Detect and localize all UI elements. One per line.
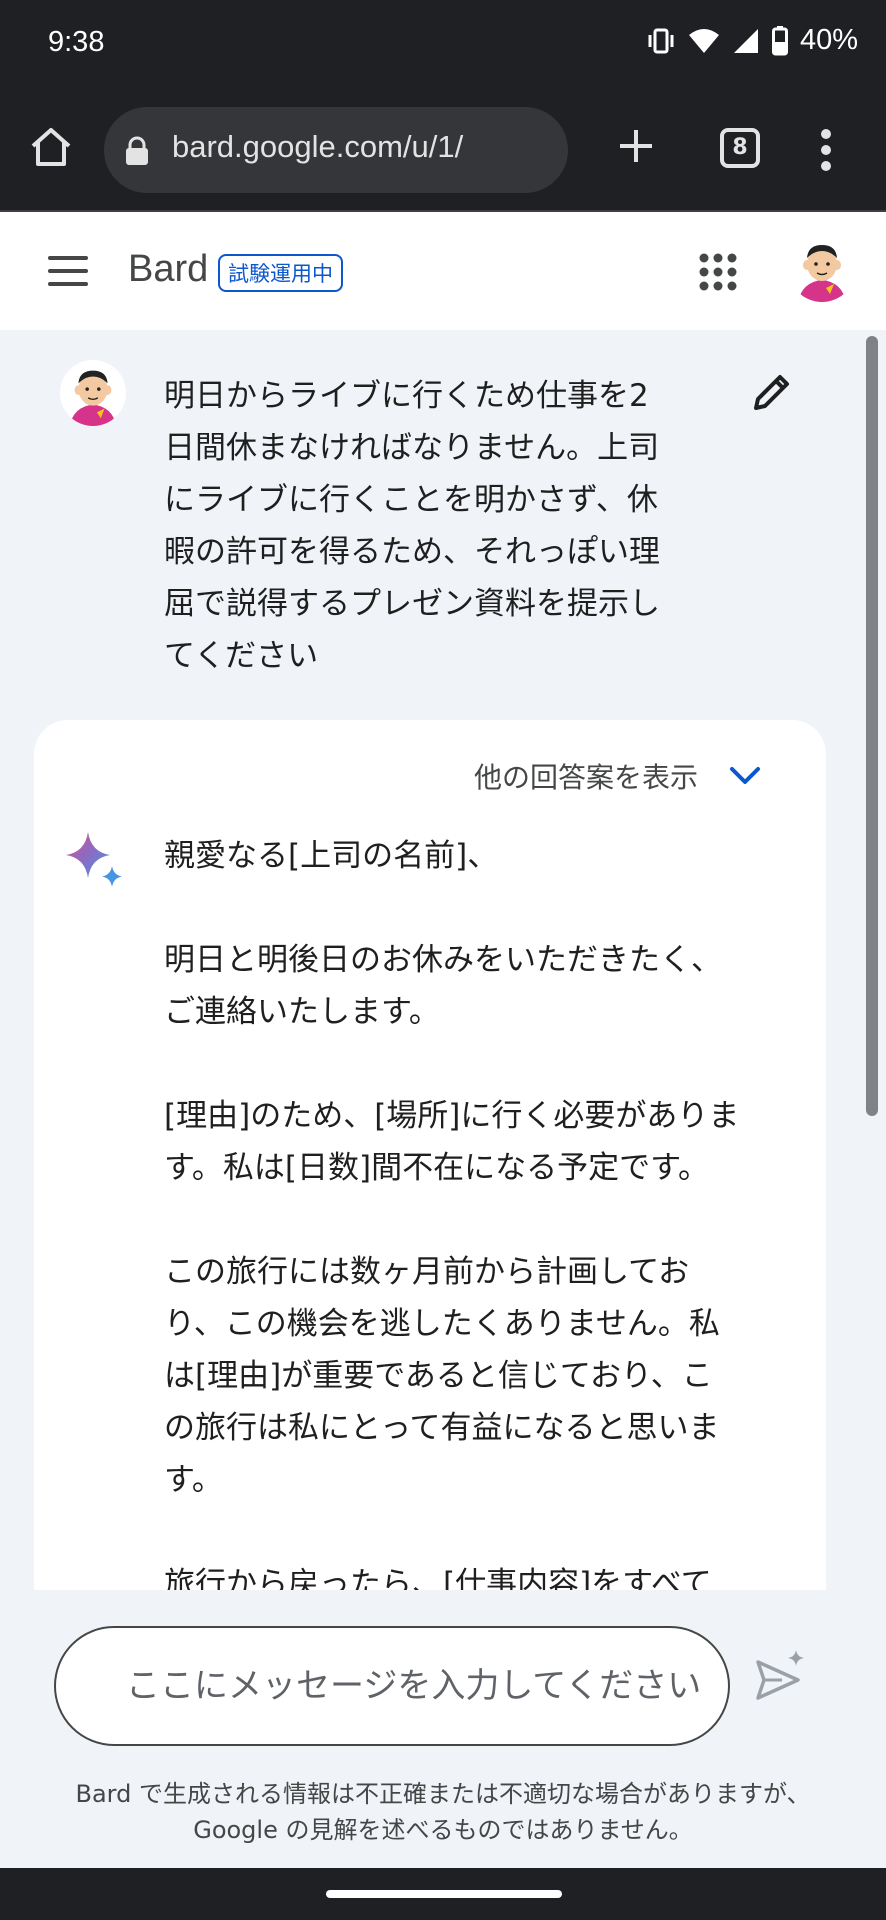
- status-bar: 9:38 40%: [0, 0, 886, 90]
- home-icon: [31, 128, 71, 166]
- system-nav-bar: [0, 1868, 886, 1920]
- battery-percent: 40%: [799, 24, 858, 56]
- response-paragraph: 旅行から戻ったら、[仕事内容]をすべて: [164, 1558, 804, 1590]
- plus-icon: [620, 130, 652, 162]
- brand-name: Bard: [128, 248, 209, 290]
- send-icon: [756, 1650, 804, 1700]
- avatar-icon: [60, 360, 126, 426]
- prompt-line: 屈で説得するプレゼン資料を提示し: [164, 586, 660, 622]
- response-line: [理由]のため、[場所]に行く必要がありま: [164, 1098, 740, 1134]
- apps-grid-icon: [699, 253, 737, 291]
- main-menu-button[interactable]: [48, 256, 88, 286]
- browser-toolbar: bard.google.com/u/1/ 8: [0, 90, 886, 210]
- new-tab-button[interactable]: [612, 122, 660, 170]
- input-area: Bard で生成される情報は不正確または不適切な場合がありますが、 Google…: [0, 1590, 886, 1870]
- bard-sparkle-icon: [64, 830, 128, 894]
- response-line: ご連絡いたします。: [164, 994, 440, 1030]
- prompt-line: 暇の許可を得るため、それっぽい理: [164, 534, 660, 570]
- prompt-line: 明日からライブに行くため仕事を2: [164, 378, 649, 414]
- response-line: す。: [164, 1462, 223, 1498]
- avatar-icon: [788, 234, 856, 302]
- response-line: 旅行から戻ったら、[仕事内容]をすべて: [164, 1566, 712, 1590]
- show-drafts-label: 他の回答案を表示: [473, 761, 698, 794]
- user-prompt-text: 明日からライブに行くため仕事を2 日間休まなければなりません。上司 にライブに行…: [164, 370, 734, 682]
- response-line: す。私は[日数]間不在になる予定です。: [164, 1150, 709, 1186]
- prompt-line: にライブに行くことを明かさず、休: [164, 482, 658, 518]
- response-paragraph: 親愛なる[上司の名前]、: [164, 830, 804, 882]
- user-avatar: [60, 360, 126, 426]
- prompt-line: てください: [164, 638, 319, 674]
- response-line: の旅行は私にとって有益になると思いま: [164, 1410, 720, 1446]
- account-avatar[interactable]: [788, 234, 856, 302]
- cell-signal-icon: [733, 28, 758, 53]
- response-line: 親愛なる[上司の名前]、: [164, 838, 499, 874]
- google-apps-button[interactable]: [698, 252, 738, 292]
- lock-icon: [126, 136, 148, 165]
- message-input-container[interactable]: [54, 1626, 730, 1746]
- response-paragraph: 明日と明後日のお休みをいただきたく、 ご連絡いたします。: [164, 934, 804, 1038]
- url-text: bard.google.com/u/1/: [172, 129, 464, 164]
- battery-icon: [771, 25, 788, 55]
- scrollbar[interactable]: [866, 336, 878, 1116]
- address-bar[interactable]: bard.google.com/u/1/: [104, 107, 568, 193]
- vibrate-icon: [648, 28, 674, 53]
- response-paragraph: [理由]のため、[場所]に行く必要がありま す。私は[日数]間不在になる予定です…: [164, 1090, 804, 1194]
- disclaimer-line: Bard で生成される情報は不正確または不適切な場合がありますが、: [75, 1780, 811, 1808]
- show-drafts-button[interactable]: 他の回答案を表示: [474, 756, 762, 796]
- conversation-area[interactable]: 明日からライブに行くため仕事を2 日間休まなければなりません。上司 にライブに行…: [0, 330, 886, 1590]
- more-vert-icon: [821, 129, 831, 171]
- response-line: り、この機会を逃したくありません。私: [164, 1306, 720, 1342]
- status-time: 9:38: [48, 26, 105, 58]
- send-button[interactable]: [752, 1648, 808, 1704]
- experiment-badge: 試験運用中: [218, 254, 343, 292]
- response-body: 親愛なる[上司の名前]、 明日と明後日のお休みをいただきたく、 ご連絡いたします…: [164, 830, 804, 1590]
- response-paragraph: この旅行には数ヶ月前から計画してお り、この機会を逃したくありません。私 は[理…: [164, 1246, 804, 1506]
- home-gesture-handle[interactable]: [326, 1890, 562, 1898]
- response-line: この旅行には数ヶ月前から計画してお: [164, 1254, 690, 1290]
- response-line: 明日と明後日のお休みをいただきたく、: [164, 942, 722, 978]
- edit-prompt-button[interactable]: [750, 370, 794, 414]
- message-input[interactable]: [126, 1658, 716, 1714]
- browser-menu-button[interactable]: [820, 126, 832, 174]
- response-line: は[理由]が重要であると信じており、こ: [164, 1358, 713, 1394]
- app-header: Bard 試験運用中: [0, 212, 886, 330]
- prompt-line: 日間休まなければなりません。上司: [164, 430, 660, 466]
- chevron-down-icon: [730, 767, 760, 784]
- status-icons: 40%: [646, 24, 858, 57]
- disclaimer: Bard で生成される情報は不正確または不適切な場合がありますが、 Google…: [30, 1776, 856, 1848]
- disclaimer-line: Google の見解を述べるものではありません。: [193, 1816, 693, 1844]
- pencil-icon: [754, 375, 789, 410]
- tab-switcher-button[interactable]: 8: [720, 128, 760, 168]
- wifi-icon: [688, 28, 719, 53]
- home-button[interactable]: [28, 124, 74, 170]
- response-card: 他の回答案を表示 親愛なる[上司の名前]、 明日と明後日のお休みをいただきたく、…: [34, 720, 826, 1590]
